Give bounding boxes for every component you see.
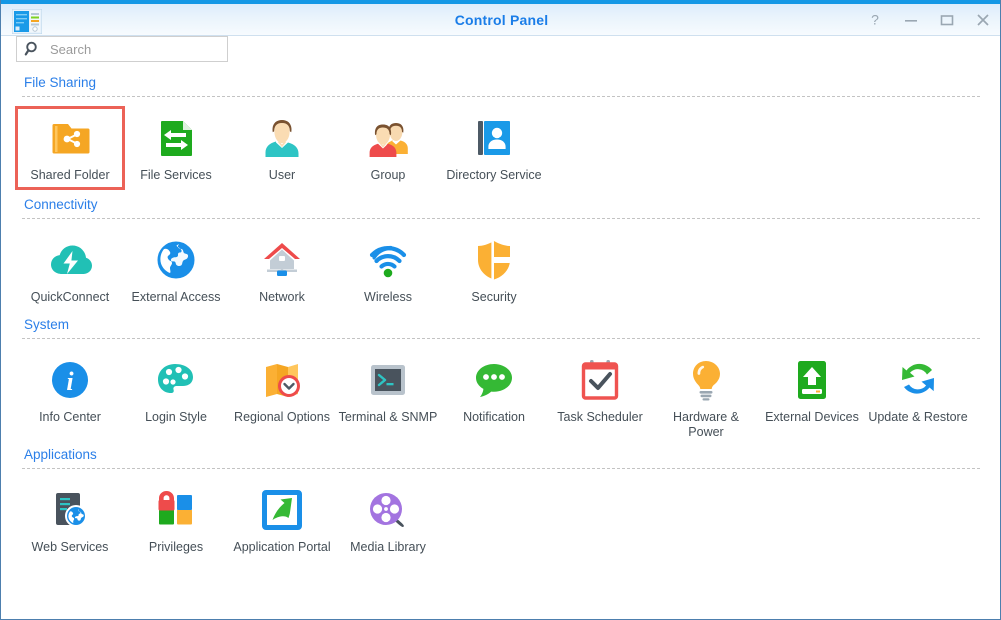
directory-service-icon [470,114,518,162]
section-title-file-sharing: File Sharing [2,74,1000,92]
search-box[interactable] [16,36,228,62]
external-access-icon [152,236,200,284]
minimize-button[interactable] [902,11,920,29]
tile-label: Application Portal [232,540,332,555]
tile-notification[interactable]: Notification [441,348,547,440]
tile-label: Network [232,290,332,305]
tile-file-services[interactable]: File Services [123,106,229,190]
svg-text:?: ? [871,12,879,28]
tile-label: External Access [126,290,226,305]
privileges-icon [152,486,200,534]
title-bar: Control Panel ? [1,4,1001,36]
tile-security[interactable]: Security [441,228,547,310]
tile-application-portal[interactable]: Application Portal [229,478,335,570]
notification-icon [470,356,518,404]
tile-label: Privileges [126,540,226,555]
tile-login-style[interactable]: Login Style [123,348,229,440]
tile-web-services[interactable]: Web Services [17,478,123,570]
tile-terminal-snmp[interactable]: Terminal & SNMP [335,348,441,440]
close-button[interactable] [974,11,992,29]
application-portal-icon [258,486,306,534]
tile-info-center[interactable]: i Info Center [17,348,123,440]
page-title: Control Panel [1,4,1001,36]
section-title-applications: Applications [2,446,1000,464]
tile-external-devices[interactable]: External Devices [759,348,865,440]
tile-external-access[interactable]: External Access [123,228,229,310]
tile-shared-folder[interactable]: Shared Folder [15,106,125,190]
tile-directory-service[interactable]: Directory Service [441,106,547,190]
tile-group[interactable]: Group [335,106,441,190]
tile-label: Security [444,290,544,305]
tile-user[interactable]: User [229,106,335,190]
tile-update-restore[interactable]: Update & Restore [865,348,971,440]
tile-label: Terminal & SNMP [338,410,438,425]
hardware-power-icon [682,356,730,404]
web-services-icon [46,486,94,534]
tile-label: Regional Options [232,410,332,425]
section-applications: Applications [2,440,1000,570]
section-file-sharing: File Sharing [2,68,1000,190]
tile-label: User [232,168,332,183]
tile-label: Directory Service [444,168,544,183]
svg-text:i: i [66,367,74,396]
tile-label: Wireless [338,290,438,305]
media-library-icon [364,486,412,534]
section-title-system: System [2,316,1000,334]
task-scheduler-icon [576,356,624,404]
tile-label: Update & Restore [868,410,968,425]
regional-options-icon [258,356,306,404]
group-icon [364,114,412,162]
section-items-connectivity: QuickConnect External Access [2,219,1000,310]
section-connectivity: Connectivity QuickConnect [2,190,1000,310]
tile-wireless[interactable]: Wireless [335,228,441,310]
network-icon [258,236,306,284]
shared-folder-icon [46,114,94,162]
tile-label: Media Library [338,540,438,555]
login-style-icon [152,356,200,404]
tile-label: External Devices [762,410,862,425]
window-controls: ? [866,4,992,36]
tile-label: Task Scheduler [550,410,650,425]
tile-regional-options[interactable]: Regional Options [229,348,335,440]
tile-label: Shared Folder [20,168,120,183]
security-icon [470,236,518,284]
tile-label: File Services [126,168,226,183]
maximize-button[interactable] [938,11,956,29]
terminal-snmp-icon [364,356,412,404]
tile-label: Info Center [20,410,120,425]
tile-label: Hardware & Power [656,410,756,440]
wireless-icon [364,236,412,284]
quickconnect-icon [46,236,94,284]
external-devices-icon [788,356,836,404]
tile-label: Group [338,168,438,183]
section-items-applications: Web Services Privileges [2,469,1000,570]
tile-label: Notification [444,410,544,425]
tile-label: Login Style [126,410,226,425]
info-center-icon: i [46,356,94,404]
user-icon [258,114,306,162]
tile-privileges[interactable]: Privileges [123,478,229,570]
tile-media-library[interactable]: Media Library [335,478,441,570]
tile-label: QuickConnect [20,290,120,305]
update-restore-icon [894,356,942,404]
tile-network[interactable]: Network [229,228,335,310]
search-icon [24,40,42,58]
tile-task-scheduler[interactable]: Task Scheduler [547,348,653,440]
help-button[interactable]: ? [866,11,884,29]
file-services-icon [152,114,200,162]
section-items-file-sharing: Shared Folder File Services [2,97,1000,190]
section-items-system: i Info Center [2,339,1000,440]
section-system: System i Info Center [2,310,1000,440]
section-title-connectivity: Connectivity [2,196,1000,214]
tile-label: Web Services [20,540,120,555]
control-panel-window: Control Panel ? [0,0,1001,620]
tile-hardware-power[interactable]: Hardware & Power [653,348,759,440]
tile-quickconnect[interactable]: QuickConnect [17,228,123,310]
search-input[interactable] [48,41,217,58]
settings-grid: File Sharing [2,68,1000,616]
